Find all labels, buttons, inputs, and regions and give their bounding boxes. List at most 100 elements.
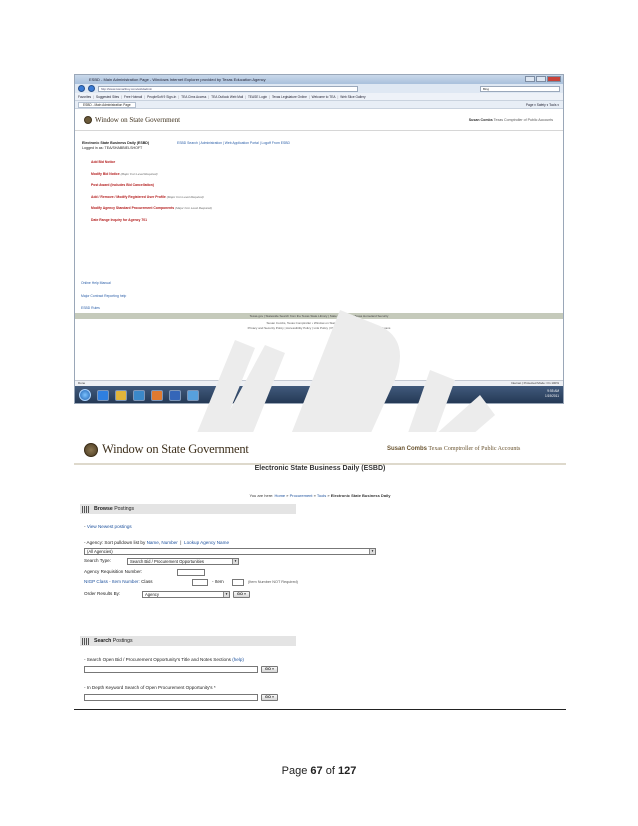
page-content: Window on State Government Susan Combs T…	[75, 109, 563, 380]
favorite-link[interactable]: TEA Cims Access	[181, 95, 206, 99]
footer-line[interactable]: Privacy and Security Policy | Accessibil…	[75, 326, 563, 331]
order-label: Order Results By:	[84, 591, 121, 596]
tab-esbd-admin[interactable]: ESBD - Main Administration Page	[78, 101, 136, 108]
site-logo[interactable]: Window on State Government	[84, 116, 180, 124]
logo-text: Window on State Government	[102, 442, 249, 456]
back-icon[interactable]	[78, 85, 85, 92]
comptroller-credit: Susan Combs Texas Comptroller of Public …	[387, 446, 520, 452]
sort-by-name-link[interactable]: Name	[147, 540, 159, 545]
site-footer: Susan Combs, Texas Comptroller • Window …	[75, 321, 563, 331]
favorite-link[interactable]: Favorites	[78, 95, 91, 99]
menu-item[interactable]: Modify Bid Notice (Major Con Level Requi…	[91, 169, 212, 181]
favorite-link[interactable]: Texas Legislature Online	[272, 95, 307, 99]
search-postings-heading: Search Postings	[80, 636, 296, 646]
comptroller-name: Susan Combs	[468, 118, 493, 122]
media-icon[interactable]	[133, 389, 145, 401]
grip-icon	[82, 637, 90, 645]
keyword-search-label: - In Depth Keyword Search of Open Procur…	[84, 685, 216, 690]
view-newest-row: - View Newest postings	[84, 524, 132, 529]
menu-item[interactable]: Add Bid Notice	[91, 157, 212, 169]
agency-select[interactable]: (All Agencies) ▾	[84, 548, 376, 555]
keyword-search-go-button[interactable]: GO »	[261, 694, 279, 701]
taskbar-clock[interactable]: 9:55 AM 1/19/2011	[545, 389, 559, 399]
lookup-agency-link[interactable]: Lookup Agency Name	[184, 540, 229, 545]
browser-search-input[interactable]: Bing	[480, 85, 560, 92]
favorite-link[interactable]: Suggested Sites	[96, 95, 119, 99]
help-link[interactable]: Major Contract Reporting help	[81, 290, 126, 303]
sort-by-number-link[interactable]: Number	[161, 540, 177, 545]
command-bar[interactable]: Page ▾ Safety ▾ Tools ▾	[526, 103, 563, 107]
breadcrumb-link[interactable]: Home	[274, 493, 285, 498]
window-titlebar: ESBD - Main Administration Page - Window…	[75, 75, 563, 84]
order-select[interactable]: Agency ▾	[142, 591, 230, 598]
favorite-link[interactable]: TEA Outlook Web Mail	[211, 95, 243, 99]
site-logo[interactable]: Window on State Government	[84, 442, 249, 457]
status-text: Done	[78, 381, 86, 385]
help-link[interactable]: (help)	[232, 657, 244, 662]
maximize-icon[interactable]	[536, 76, 546, 82]
address-bar-row: http://www.txsmartbuy.com/esbdadmin Bing	[75, 84, 563, 93]
item-note: (Item Number NOT Required)	[248, 580, 298, 584]
search-type-select[interactable]: Search Bid / Procurement Opportunities ▾	[127, 558, 239, 565]
window-controls	[525, 76, 561, 82]
footer-band[interactable]: Texas.gov | Statewide Search from the Te…	[75, 313, 563, 319]
chevron-down-icon: ▾	[223, 592, 229, 597]
item-label: - Item	[212, 579, 224, 584]
favorite-link[interactable]: PeopleSoft 9 Sign-In	[147, 95, 176, 99]
folder-icon[interactable]	[115, 389, 127, 401]
admin-menu: Add Bid Notice Modify Bid Notice (Major …	[91, 157, 212, 227]
logo-text: Window on State Government	[95, 116, 181, 124]
menu-item[interactable]: Date Range Inquiry for Agency 701	[91, 215, 212, 227]
minimize-icon[interactable]	[525, 76, 535, 82]
browser-screenshot: ESBD - Main Administration Page - Window…	[74, 74, 564, 404]
menu-item[interactable]: Add / Remove / Modify Registered User Pr…	[91, 192, 212, 204]
logged-in-text: Logged in as: TEA/SHABBIELSHOFT	[82, 146, 143, 150]
start-icon[interactable]	[79, 389, 91, 401]
forward-icon[interactable]	[88, 85, 95, 92]
outlook-icon[interactable]	[151, 389, 163, 401]
title-search-input[interactable]	[84, 666, 258, 673]
view-newest-link[interactable]: View Newest postings	[87, 524, 132, 529]
breadcrumb-current: Electronic State Business Daily	[330, 493, 391, 498]
nigp-item-input[interactable]	[232, 579, 244, 586]
title-search-row: - Search Open Bid / Procurement Opportun…	[84, 657, 244, 662]
help-link[interactable]: Online Help Manual	[81, 277, 126, 290]
word-icon[interactable]	[169, 389, 181, 401]
chevron-down-icon: ▾	[369, 549, 375, 554]
browse-go-button[interactable]: GO »	[233, 591, 251, 598]
breadcrumb-link[interactable]: Tools	[317, 493, 326, 498]
requisition-label: Agency Requisition Number:	[84, 569, 143, 574]
chevron-down-icon: ▾	[232, 559, 238, 564]
close-icon[interactable]	[547, 76, 561, 82]
favorites-bar: Favorites | Suggested Sites | Free Hotmail | P…	[75, 93, 563, 101]
nigp-label[interactable]: NIGP Class - Item Number:	[84, 579, 140, 584]
page-title: Electronic State Business Daily (ESBD)	[254, 465, 386, 472]
favorite-link[interactable]: TEASE Login	[248, 95, 267, 99]
keyword-search-input[interactable]	[84, 694, 258, 701]
help-links: Online Help Manual Major Contract Report…	[81, 277, 126, 315]
search-type-label: Search Type:	[84, 558, 111, 563]
esbd-info: Electronic State Business Daily (ESBD) L…	[82, 141, 149, 151]
window-title: ESBD - Main Administration Page - Window…	[89, 77, 266, 82]
ie-icon[interactable]	[97, 389, 109, 401]
favorite-link[interactable]: Welcome to TEA	[312, 95, 336, 99]
requisition-input[interactable]	[177, 569, 205, 576]
page-number: Page 67 of 127	[281, 765, 357, 777]
nigp-class-input[interactable]	[192, 579, 208, 586]
site-header: Window on State Government Susan Combs T…	[74, 432, 566, 466]
nigp-row: NIGP Class - Item Number: Class	[84, 579, 153, 584]
grip-icon	[82, 505, 90, 513]
title-search-go-button[interactable]: GO »	[261, 666, 279, 673]
breadcrumb-link[interactable]: Procurement	[290, 493, 313, 498]
seal-icon	[84, 116, 92, 124]
address-input[interactable]: http://www.txsmartbuy.com/esbdadmin	[98, 85, 358, 92]
comptroller-title: Texas Comptroller of Public Accounts	[493, 118, 553, 122]
ie-window-icon[interactable]	[187, 389, 199, 401]
menu-item[interactable]: Modify Agency Standard Procurement Compo…	[91, 203, 212, 215]
favorite-link[interactable]: Web Slice Gallery	[340, 95, 365, 99]
favorite-link[interactable]: Free Hotmail	[124, 95, 142, 99]
menu-item[interactable]: Post Award (Includes Bid Cancellation)	[91, 180, 212, 192]
site-header: Window on State Government Susan Combs T…	[75, 109, 563, 131]
esbd-nav-links[interactable]: ESBD Search | Administration | Web Appli…	[177, 141, 290, 145]
screenshot-bottom-border	[74, 709, 566, 710]
